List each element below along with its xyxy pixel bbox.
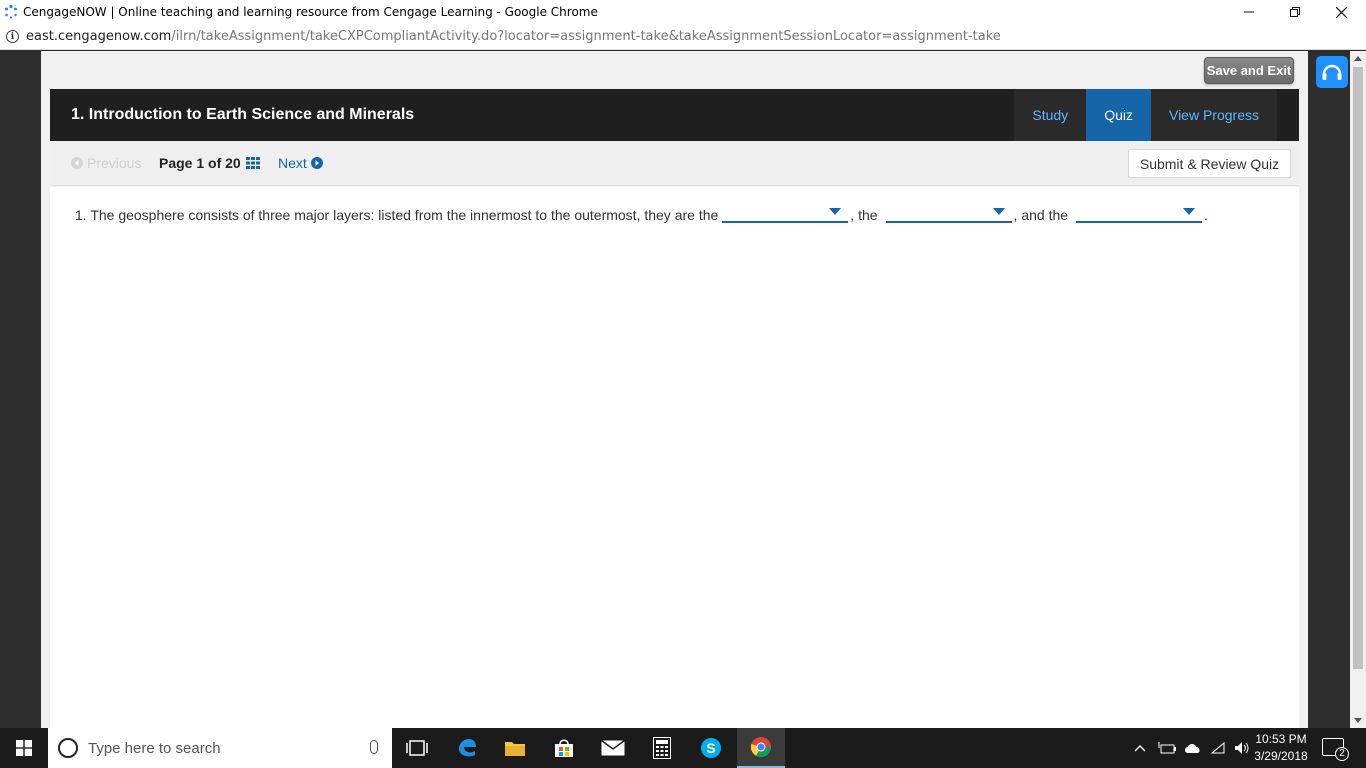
question-navbar: Previous Page 1 of 20 Next Submit & Revi…	[50, 141, 1299, 186]
search-placeholder: Type here to search	[88, 739, 221, 757]
scrollbar-thumb[interactable]	[1353, 67, 1363, 669]
window-title: CengageNOW | Online teaching and learnin…	[23, 5, 598, 19]
scroll-down-icon[interactable]	[1354, 718, 1362, 723]
scroll-up-icon[interactable]	[1354, 56, 1362, 61]
window-titlebar: CengageNOW | Online teaching and learnin…	[0, 0, 1366, 24]
clock-date: 3/29/2018	[1254, 749, 1308, 763]
mode-tabs: Study Quiz View Progress	[1014, 89, 1277, 141]
calculator-icon[interactable]	[638, 728, 686, 768]
address-bar[interactable]: i east.cengagenow.com/ilrn/takeAssignmen…	[0, 24, 1366, 50]
page-title: 1. Introduction to Earth Science and Min…	[71, 106, 415, 123]
grid-icon[interactable]	[245, 157, 260, 169]
assignment-header: 1. Introduction to Earth Science and Min…	[50, 89, 1299, 141]
restore-button[interactable]	[1272, 0, 1318, 24]
close-window-button[interactable]	[1318, 0, 1364, 24]
tab-quiz[interactable]: Quiz	[1086, 89, 1151, 141]
previous-label: Previous	[87, 155, 142, 171]
next-button[interactable]: Next	[278, 155, 323, 171]
question-separator-1: , the	[850, 207, 878, 223]
url-path: /ilrn/takeAssignment/takeCXPCompliantAct…	[171, 29, 1001, 44]
notification-count: 2	[1335, 747, 1349, 761]
tab-view-progress[interactable]: View Progress	[1150, 89, 1277, 141]
question-separator-2: , and the	[1013, 207, 1069, 223]
chevron-down-icon	[829, 208, 842, 215]
svg-text:S: S	[706, 740, 715, 756]
taskbar-search[interactable]: Type here to search	[48, 728, 392, 768]
site-info-icon[interactable]: i	[6, 30, 19, 43]
wifi-icon[interactable]	[1210, 741, 1226, 755]
arrow-right-circle-icon	[310, 157, 323, 169]
chevron-down-icon	[992, 208, 1005, 215]
layer-dropdown-2[interactable]	[885, 203, 1012, 223]
microphone-icon[interactable]	[370, 740, 378, 754]
question-end: .	[1204, 207, 1208, 223]
windows-logo-icon	[16, 740, 32, 756]
task-view-icon[interactable]	[393, 728, 441, 768]
layer-dropdown-3[interactable]	[1076, 203, 1203, 223]
url-text[interactable]: east.cengagenow.com/ilrn/takeAssignment/…	[26, 29, 1001, 44]
layer-dropdown-1[interactable]	[722, 203, 849, 223]
chrome-icon[interactable]	[737, 728, 785, 768]
page-scrollbar[interactable]	[1350, 51, 1366, 728]
backdrop-left	[0, 51, 41, 728]
show-hidden-icons-chevron-up-icon[interactable]	[1134, 744, 1146, 752]
help-headset-icon[interactable]	[1316, 56, 1348, 88]
action-center-icon[interactable]: 2	[1322, 738, 1349, 761]
tab-study[interactable]: Study	[1014, 89, 1087, 141]
page-indicator[interactable]: Page 1 of 20	[159, 155, 260, 171]
clock-time: 10:53 PM	[1255, 732, 1307, 746]
arrow-left-circle-icon	[71, 157, 83, 169]
page-label: Page 1 of 20	[159, 155, 241, 171]
edge-browser-icon[interactable]	[443, 728, 491, 768]
question-content: 1. The geosphere consists of three major…	[50, 187, 1299, 728]
url-host: east.cengagenow.com	[26, 29, 172, 44]
taskbar-clock[interactable]: 10:53 PM 3/29/2018	[1250, 731, 1312, 765]
submit-review-quiz-button[interactable]: Submit & Review Quiz	[1128, 149, 1291, 178]
previous-button[interactable]: Previous	[71, 155, 141, 171]
minimize-button[interactable]	[1226, 0, 1272, 24]
system-tray	[1134, 728, 1250, 768]
store-icon[interactable]	[540, 728, 588, 768]
question-text: 1. The geosphere consists of three major…	[75, 207, 719, 223]
windows-taskbar: Type here to search S 10:53 PM 3/29/2018…	[0, 728, 1366, 768]
volume-icon[interactable]	[1234, 741, 1250, 755]
next-label: Next	[278, 155, 307, 171]
backdrop-right	[1308, 51, 1350, 728]
onedrive-icon[interactable]	[1184, 741, 1202, 755]
cengage-favicon-icon	[3, 4, 19, 20]
start-button[interactable]	[0, 728, 48, 768]
mail-icon[interactable]	[589, 728, 637, 768]
skype-icon[interactable]: S	[687, 728, 735, 768]
chevron-down-icon	[1183, 208, 1196, 215]
cortana-icon	[58, 738, 78, 758]
battery-icon[interactable]	[1158, 742, 1176, 754]
question-1: 1. The geosphere consists of three major…	[75, 203, 1212, 223]
file-explorer-icon[interactable]	[491, 728, 539, 768]
save-and-exit-button[interactable]: Save and Exit	[1204, 57, 1294, 84]
